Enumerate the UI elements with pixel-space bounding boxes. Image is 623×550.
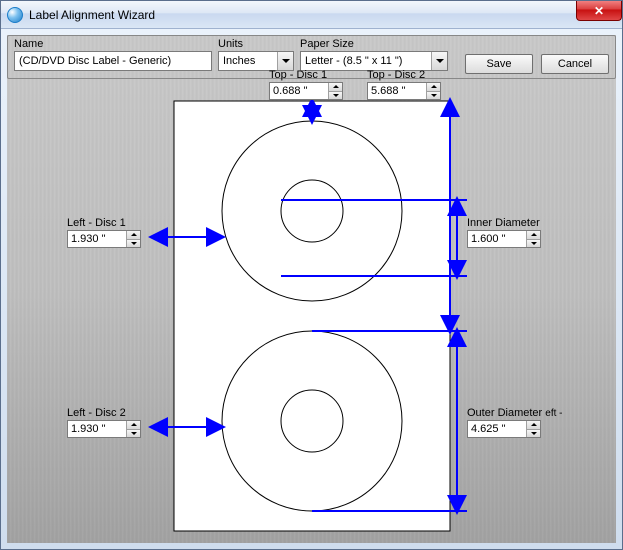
top-disc2-label: Top - Disc 2: [367, 69, 441, 81]
close-button[interactable]: ✕: [576, 1, 622, 21]
paper-rect: [174, 101, 450, 531]
cancel-button[interactable]: Cancel: [541, 54, 609, 74]
left-disc2-value: 1.930 ": [68, 421, 126, 437]
outer-diam-value: 4.625 ": [468, 421, 526, 437]
outer-diam-label-clip: eft -: [545, 408, 562, 419]
top-disc2-value: 5.688 ": [368, 83, 426, 99]
window-frame: Label Alignment Wizard ✕ Name (CD/DVD Di…: [0, 0, 623, 550]
papersize-value: Letter - (8.5 " x 11 "): [301, 52, 431, 70]
spinner-up-icon[interactable]: [527, 421, 540, 430]
spinner-up-icon[interactable]: [127, 421, 140, 430]
units-label: Units: [218, 38, 294, 50]
spinner-down-icon[interactable]: [427, 92, 440, 100]
spinner-down-icon[interactable]: [127, 240, 140, 248]
spinner-down-icon[interactable]: [127, 430, 140, 438]
left-disc1-value: 1.930 ": [68, 231, 126, 247]
inner-diam-value: 1.600 ": [468, 231, 526, 247]
papersize-combo[interactable]: Letter - (8.5 " x 11 "): [300, 51, 448, 71]
close-icon: ✕: [594, 4, 604, 18]
measure-left-disc1: Left - Disc 1 1.930 ": [67, 217, 141, 248]
measure-left-disc2: Left - Disc 2 1.930 ": [67, 407, 141, 438]
content-area: Name (CD/DVD Disc Label - Generic) Units…: [1, 29, 622, 549]
diagram-area: Top - Disc 1 0.688 " Top - Disc 2 5.688 …: [7, 91, 616, 537]
spinner-down-icon[interactable]: [527, 240, 540, 248]
left-disc1-label: Left - Disc 1: [67, 217, 141, 229]
units-value: Inches: [219, 52, 277, 70]
spinner-up-icon[interactable]: [127, 231, 140, 240]
measure-top-disc2: Top - Disc 2 5.688 ": [367, 69, 441, 100]
outer-diam-label: Outer Diameter eft -: [467, 407, 587, 419]
chevron-down-icon[interactable]: [277, 52, 293, 70]
inner-diam-label: Inner Diameter: [467, 217, 557, 229]
measure-inner-diam: Inner Diameter 1.600 ": [467, 217, 557, 248]
spinner-up-icon[interactable]: [527, 231, 540, 240]
app-icon: [7, 7, 23, 23]
spinner-down-icon[interactable]: [329, 92, 342, 100]
name-field[interactable]: (CD/DVD Disc Label - Generic): [14, 51, 212, 71]
top-disc1-stepper[interactable]: 0.688 ": [269, 82, 343, 100]
window-title: Label Alignment Wizard: [29, 8, 155, 22]
units-combo[interactable]: Inches: [218, 51, 294, 71]
name-value: (CD/DVD Disc Label - Generic): [19, 55, 171, 67]
measure-outer-diam: Outer Diameter eft - 4.625 ": [467, 407, 587, 438]
top-disc2-stepper[interactable]: 5.688 ": [367, 82, 441, 100]
measure-top-disc1: Top - Disc 1 0.688 ": [269, 69, 343, 100]
outer-diam-stepper[interactable]: 4.625 ": [467, 420, 541, 438]
left-disc2-stepper[interactable]: 1.930 ": [67, 420, 141, 438]
inner-diam-stepper[interactable]: 1.600 ": [467, 230, 541, 248]
name-label: Name: [14, 38, 212, 50]
spinner-down-icon[interactable]: [527, 430, 540, 438]
titlebar: Label Alignment Wizard ✕: [1, 1, 622, 29]
spinner-up-icon[interactable]: [427, 83, 440, 92]
label-diagram-svg: [7, 91, 616, 537]
left-disc1-stepper[interactable]: 1.930 ": [67, 230, 141, 248]
top-disc1-label: Top - Disc 1: [269, 69, 343, 81]
left-disc2-label: Left - Disc 2: [67, 407, 141, 419]
chevron-down-icon[interactable]: [431, 52, 447, 70]
spinner-up-icon[interactable]: [329, 83, 342, 92]
papersize-label: Paper Size: [300, 38, 448, 50]
top-disc1-value: 0.688 ": [270, 83, 328, 99]
save-button[interactable]: Save: [465, 54, 533, 74]
